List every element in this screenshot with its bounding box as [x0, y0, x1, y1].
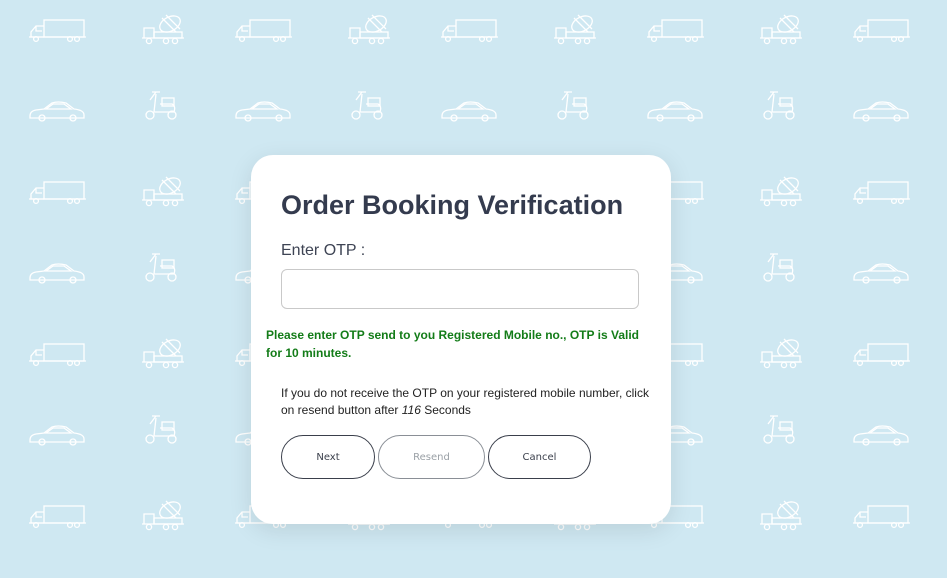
resend-countdown: 116 — [401, 403, 421, 417]
truck-icon — [28, 505, 87, 529]
concrete-mixer-icon — [141, 174, 185, 207]
scooter-icon — [763, 91, 795, 120]
concrete-mixer-icon — [759, 336, 803, 369]
concrete-mixer-icon — [141, 12, 185, 45]
car-icon — [235, 101, 291, 122]
car-icon — [647, 101, 703, 122]
scooter-icon — [145, 91, 177, 120]
concrete-mixer-icon — [347, 12, 391, 45]
scooter-icon — [351, 91, 383, 120]
car-icon — [441, 101, 497, 122]
truck-icon — [852, 505, 911, 529]
concrete-mixer-icon — [141, 498, 185, 531]
truck-icon — [852, 19, 911, 43]
resend-info-text: If you do not receive the OTP on your re… — [281, 385, 651, 419]
truck-icon — [28, 19, 87, 43]
truck-icon — [234, 19, 293, 43]
scooter-icon — [557, 91, 589, 120]
car-icon — [853, 101, 909, 122]
otp-verification-card: Order Booking Verification Enter OTP : P… — [251, 155, 671, 524]
concrete-mixer-icon — [141, 336, 185, 369]
otp-input[interactable] — [281, 269, 639, 309]
scooter-icon — [763, 253, 795, 282]
car-icon — [853, 425, 909, 446]
truck-icon — [852, 343, 911, 367]
truck-icon — [440, 19, 499, 43]
car-icon — [29, 425, 85, 446]
concrete-mixer-icon — [759, 12, 803, 45]
next-button[interactable]: Next — [281, 435, 375, 479]
concrete-mixer-icon — [759, 498, 803, 531]
truck-icon — [646, 19, 705, 43]
car-icon — [853, 263, 909, 284]
resend-button[interactable]: Resend — [378, 435, 485, 479]
truck-icon — [852, 181, 911, 205]
scooter-icon — [145, 415, 177, 444]
otp-label: Enter OTP : — [281, 242, 366, 259]
scooter-icon — [145, 253, 177, 282]
truck-icon — [28, 343, 87, 367]
concrete-mixer-icon — [759, 174, 803, 207]
truck-icon — [28, 181, 87, 205]
concrete-mixer-icon — [553, 12, 597, 45]
cancel-button[interactable]: Cancel — [488, 435, 591, 479]
car-icon — [29, 263, 85, 284]
scooter-icon — [763, 415, 795, 444]
resend-info-suffix: Seconds — [420, 403, 471, 417]
otp-validity-message: Please enter OTP send to you Registered … — [266, 328, 639, 360]
car-icon — [29, 101, 85, 122]
page-title: Order Booking Verification — [281, 190, 624, 220]
